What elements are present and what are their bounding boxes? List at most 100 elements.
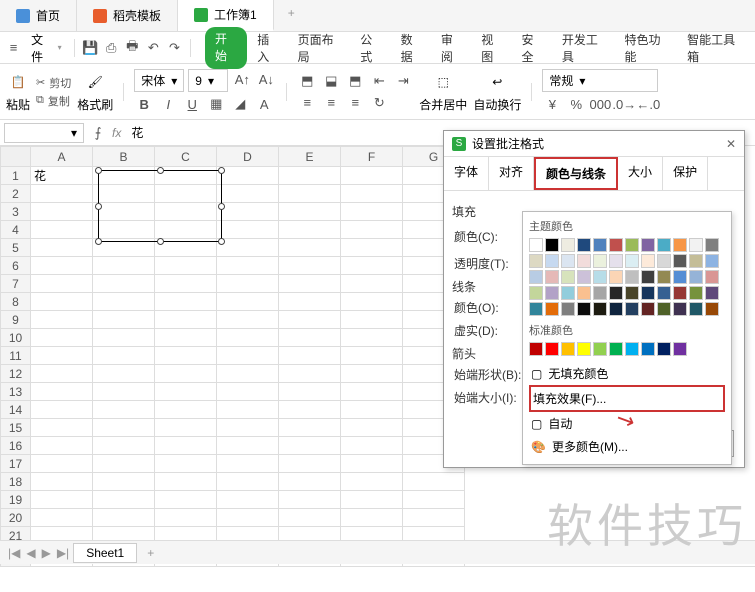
cell[interactable] xyxy=(217,509,279,527)
ribbon-tab-layout[interactable]: 页面布局 xyxy=(290,27,351,69)
color-swatch[interactable] xyxy=(593,270,607,284)
cell[interactable] xyxy=(341,509,403,527)
row-header[interactable]: 2 xyxy=(1,185,31,203)
color-swatch[interactable] xyxy=(673,286,687,300)
color-swatch[interactable] xyxy=(545,342,559,356)
cell[interactable] xyxy=(31,365,93,383)
function-icon[interactable]: ⨍ xyxy=(88,123,108,143)
color-swatch[interactable] xyxy=(641,286,655,300)
cell[interactable] xyxy=(279,293,341,311)
copy-button[interactable]: ⧉复制 xyxy=(36,93,71,109)
color-swatch[interactable] xyxy=(545,254,559,268)
cell[interactable]: 花 xyxy=(31,167,93,185)
cell[interactable] xyxy=(31,293,93,311)
color-swatch[interactable] xyxy=(657,286,671,300)
color-swatch[interactable] xyxy=(705,254,719,268)
cell[interactable] xyxy=(341,221,403,239)
cell[interactable] xyxy=(403,473,465,491)
color-swatch[interactable] xyxy=(705,286,719,300)
cell[interactable] xyxy=(341,347,403,365)
app-menu-icon[interactable]: ≡ xyxy=(4,38,23,58)
color-swatch[interactable] xyxy=(705,270,719,284)
prev-sheet-icon[interactable]: ◀ xyxy=(26,546,35,560)
row-header[interactable]: 4 xyxy=(1,221,31,239)
comment-shape-selection[interactable] xyxy=(98,170,222,242)
cell[interactable] xyxy=(341,491,403,509)
color-swatch[interactable] xyxy=(545,238,559,252)
cell[interactable] xyxy=(217,437,279,455)
dialog-titlebar[interactable]: S 设置批注格式 ✕ xyxy=(444,131,744,157)
color-swatch[interactable] xyxy=(577,342,591,356)
cell[interactable] xyxy=(31,203,93,221)
cell[interactable] xyxy=(31,239,93,257)
row-header[interactable]: 16 xyxy=(1,437,31,455)
cell[interactable] xyxy=(31,473,93,491)
color-swatch[interactable] xyxy=(689,302,703,316)
align-middle-button[interactable]: ⬓ xyxy=(321,71,341,91)
cell[interactable] xyxy=(279,221,341,239)
cell[interactable] xyxy=(217,491,279,509)
cell[interactable] xyxy=(341,239,403,257)
cell[interactable] xyxy=(217,293,279,311)
close-icon[interactable]: ✕ xyxy=(726,137,736,151)
increase-font-button[interactable]: A↑ xyxy=(232,69,252,89)
file-menu[interactable]: 文件 ▾ xyxy=(25,31,68,65)
row-header[interactable]: 7 xyxy=(1,275,31,293)
row-header[interactable]: 17 xyxy=(1,455,31,473)
col-header[interactable]: A xyxy=(31,147,93,167)
cell[interactable] xyxy=(155,311,217,329)
align-center-button[interactable]: ≡ xyxy=(321,93,341,113)
cell[interactable] xyxy=(279,365,341,383)
next-sheet-icon[interactable]: ▶ xyxy=(42,546,51,560)
cell[interactable] xyxy=(31,455,93,473)
cell[interactable] xyxy=(155,455,217,473)
cell[interactable] xyxy=(279,311,341,329)
cell[interactable] xyxy=(341,293,403,311)
cell[interactable] xyxy=(31,419,93,437)
cell[interactable] xyxy=(31,401,93,419)
cell[interactable] xyxy=(155,473,217,491)
cell[interactable] xyxy=(155,383,217,401)
color-swatch[interactable] xyxy=(609,238,623,252)
cell[interactable] xyxy=(31,347,93,365)
row-header[interactable]: 11 xyxy=(1,347,31,365)
color-swatch[interactable] xyxy=(545,302,559,316)
border-button[interactable]: ▦ xyxy=(206,94,226,114)
color-swatch[interactable] xyxy=(529,270,543,284)
inc-decimal-button[interactable]: .0→ xyxy=(614,94,634,114)
col-header[interactable]: F xyxy=(341,147,403,167)
align-top-button[interactable]: ⬒ xyxy=(297,71,317,91)
color-swatch[interactable] xyxy=(673,302,687,316)
cell[interactable] xyxy=(93,275,155,293)
cell[interactable] xyxy=(31,275,93,293)
cell[interactable] xyxy=(341,455,403,473)
cell[interactable] xyxy=(217,203,279,221)
color-swatch[interactable] xyxy=(577,254,591,268)
cell[interactable] xyxy=(93,455,155,473)
select-all-corner[interactable] xyxy=(1,147,31,167)
color-swatch[interactable] xyxy=(673,254,687,268)
color-swatch[interactable] xyxy=(529,342,543,356)
more-colors-option[interactable]: 🎨更多颜色(M)... xyxy=(529,435,725,458)
font-color-button[interactable]: A xyxy=(254,94,274,114)
row-header[interactable]: 3 xyxy=(1,203,31,221)
cell[interactable] xyxy=(403,509,465,527)
tab-color-line[interactable]: 颜色与线条 xyxy=(534,157,618,190)
align-right-button[interactable]: ≡ xyxy=(345,93,365,113)
color-swatch[interactable] xyxy=(689,254,703,268)
row-header[interactable]: 14 xyxy=(1,401,31,419)
wrap-button[interactable]: ↩ 自动换行 xyxy=(473,70,521,113)
italic-button[interactable]: I xyxy=(158,94,178,114)
color-swatch[interactable] xyxy=(625,254,639,268)
color-swatch[interactable] xyxy=(673,342,687,356)
ribbon-tab-security[interactable]: 安全 xyxy=(514,27,552,69)
color-swatch[interactable] xyxy=(561,254,575,268)
font-name-select[interactable]: 宋体▾ xyxy=(134,69,184,92)
cell[interactable] xyxy=(93,473,155,491)
name-box[interactable]: ▾ xyxy=(4,123,84,143)
col-header[interactable]: B xyxy=(93,147,155,167)
color-swatch[interactable] xyxy=(641,238,655,252)
cell[interactable] xyxy=(279,509,341,527)
cell[interactable] xyxy=(217,239,279,257)
cell[interactable] xyxy=(31,257,93,275)
